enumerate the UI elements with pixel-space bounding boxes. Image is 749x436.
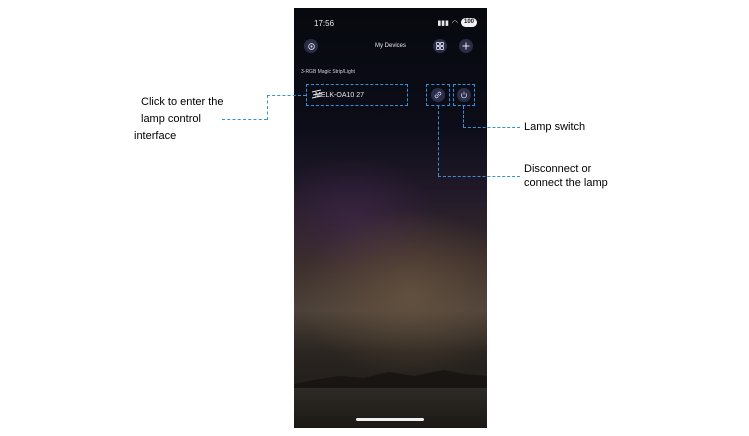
connector-disconnect-v: [438, 106, 439, 176]
annotation-disconnect: Disconnect or connect the lamp: [524, 162, 608, 190]
connector-disconnect-h: [438, 176, 520, 177]
connector-enter-v: [267, 95, 268, 120]
section-label: 3-RGB Magic Strip/Light: [301, 69, 355, 75]
home-indicator[interactable]: [356, 418, 424, 421]
plus-icon: [462, 42, 470, 50]
power-button[interactable]: [457, 88, 471, 102]
connector-enter: [267, 95, 306, 96]
connector-switch-h: [463, 127, 520, 128]
wifi-icon: ◠: [451, 19, 458, 27]
connector-switch-v: [463, 106, 464, 127]
status-time: 17:56: [314, 19, 335, 28]
status-icons: ▮▮▮ ◠ 100: [437, 18, 477, 27]
battery-badge: 100: [460, 18, 477, 27]
connector-enter-h: [222, 119, 267, 120]
connect-toggle-button[interactable]: [431, 88, 445, 102]
power-icon: [461, 91, 467, 99]
signal-icon: ▮▮▮: [437, 19, 449, 27]
device-name: MELK-OA10 27: [315, 92, 365, 99]
annotation-enter-control: Click to enter the lamp control: [141, 95, 224, 126]
link-icon: [434, 91, 442, 99]
water-reflection: [294, 388, 487, 428]
annotation-enter-line2: lamp control: [141, 113, 201, 125]
annotation-disconnect-line2: connect the lamp: [524, 177, 608, 189]
annotation-lamp-switch: Lamp switch: [524, 121, 586, 133]
grid-icon: [436, 42, 444, 50]
annotation-disconnect-line1: Disconnect or: [524, 163, 592, 175]
annotation-enter-line3: interface: [134, 130, 177, 142]
phone-screen: 17:56 ▮▮▮ ◠ 100 My Devices 3-RGB Magic S…: [294, 8, 487, 428]
grid-view-button[interactable]: [433, 39, 447, 53]
annotation-enter-line1: Click to enter the: [141, 96, 224, 108]
add-device-button[interactable]: [459, 39, 473, 53]
